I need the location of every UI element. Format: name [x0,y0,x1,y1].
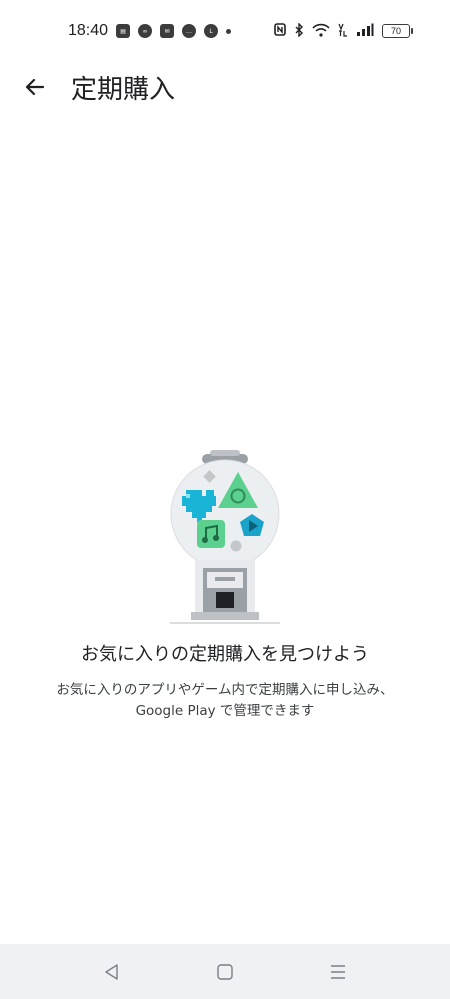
back-button[interactable] [11,63,59,111]
nav-recents-button[interactable] [318,952,358,992]
line-icon: L [204,24,219,38]
more-notifications-dot [226,28,232,34]
battery-icon: 70 [382,24,413,38]
chat-icon: … [182,24,197,38]
status-time: 18:40 [68,22,109,39]
battery-level: 70 [390,26,401,36]
arrow-back-icon [25,78,45,96]
signal-icon [356,23,374,40]
gumball-machine-illustration [170,450,280,624]
page-title: 定期購入 [71,74,176,105]
wifi-icon [312,23,330,40]
volte-icon [338,23,348,40]
status-right: 70 [274,21,413,40]
game-icon: ∞ [138,24,153,38]
news-app-icon: ▤ [116,24,131,38]
subscriptions-screen: 18:40 ▤ ∞ ✉ … L 70 定期購入 お気に入りの定期購入を見つけよう… [0,0,450,999]
square-home-icon [217,963,233,980]
bluetooth-icon [294,21,304,40]
menu-recents-icon [331,964,346,979]
triangle-back-icon [104,963,118,980]
status-left: 18:40 ▤ ∞ ✉ … L [68,22,232,40]
nav-back-button[interactable] [92,952,132,992]
mail-icon: ✉ [160,24,175,38]
status-bar: 18:40 ▤ ∞ ✉ … L 70 [0,0,450,62]
system-nav-bar [0,944,450,999]
empty-state-description: お気に入りのアプリやゲーム内で定期購入に申し込み、Google Play で管理… [56,682,394,719]
nav-home-button[interactable] [205,952,245,992]
app-bar: 定期購入 [0,62,450,112]
empty-state-title: お気に入りの定期購入を見つけよう [81,644,369,665]
nfc-icon [274,23,286,39]
